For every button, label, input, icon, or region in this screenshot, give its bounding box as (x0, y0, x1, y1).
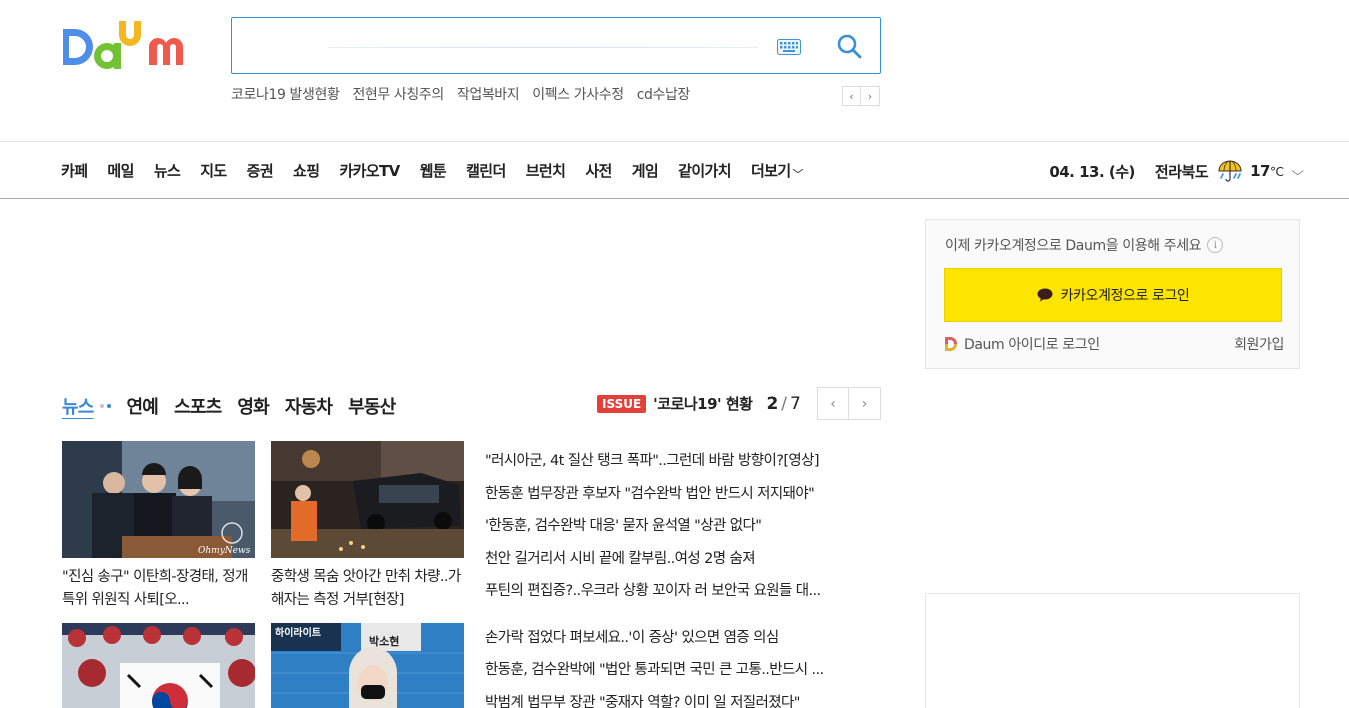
issue-prev-button[interactable]: ‹ (817, 387, 849, 420)
tab-dot-active (106, 404, 111, 408)
news-thumb-caption: 중학생 목숨 앗아간 만취 차량..가해자는 측정 거부[현장] (271, 569, 461, 608)
tab-dots (99, 404, 111, 408)
news-thumb-caption: "진심 송구" 이탄희-장경태, 정개특위 위원직 사퇴[오... (62, 569, 248, 608)
temperature-value: 17 (1250, 162, 1270, 180)
tab-realestate[interactable]: 부동산 (348, 393, 396, 419)
temperature-unit: °C (1270, 165, 1284, 179)
tab-car[interactable]: 자동차 (285, 393, 333, 419)
tab-news[interactable]: 뉴스 (62, 393, 94, 419)
info-icon[interactable]: i (1207, 237, 1224, 253)
headline-item[interactable]: 천안 길거리서 시비 끝에 칼부림..여성 2명 숨져 (485, 547, 875, 580)
accident-scene-photo (271, 441, 464, 558)
login-notice: 이제 카카오계정으로 Daum을 이용해 주세요 i (945, 235, 1224, 255)
news-thumb-card[interactable]: 중학생 목숨 앗아간 만취 차량..가해자는 측정 거부[현장] (271, 441, 464, 612)
page-current: 2 (766, 393, 779, 414)
tab-movie[interactable]: 영화 (237, 393, 269, 419)
news-category-tabs: 뉴스 연예 스포츠 영화 자동차 부동산 (62, 393, 411, 419)
trending-keyword[interactable]: cd수납장 (637, 84, 691, 104)
search-box[interactable] (231, 17, 881, 74)
tab-dot (99, 404, 104, 408)
ad-banner (925, 593, 1300, 708)
press-conference-photo: OhmyNews (62, 441, 255, 558)
news-thumb-image (62, 623, 255, 708)
trending-prev-button[interactable]: ‹ (842, 86, 861, 106)
news-thumb-image: 하이라이트 박소현 (271, 623, 464, 708)
tab-entertainment[interactable]: 연예 (127, 393, 159, 419)
headline-list: "러시아군, 4t 질산 탱크 폭파"..그런데 바람 방향이?[영상] 한동훈… (485, 449, 875, 708)
radio-studio-photo: 하이라이트 박소현 (271, 623, 464, 708)
daum-id-login-label: Daum 아이디로 로그인 (964, 337, 1100, 353)
trending-keyword[interactable]: 코로나19 발생현황 (231, 84, 340, 104)
trending-nav: ‹ › (842, 86, 880, 106)
issue-badge: ISSUE (597, 394, 647, 413)
nav-item-kakaotv[interactable]: 카카오TV (339, 160, 400, 181)
join-link[interactable]: 회원가입 (1234, 334, 1284, 354)
nav-item-stock[interactable]: 증권 (247, 160, 274, 181)
nav-more-label: 더보기 (750, 162, 791, 180)
nav-item-together[interactable]: 같이가치 (678, 160, 731, 181)
trending-keyword[interactable]: 전현무 사칭주의 (352, 84, 444, 104)
issue-header: ISSUE '코로나19' 현황 2/7 (597, 393, 801, 414)
today-date: 04. 13. (수) (1049, 162, 1135, 181)
daum-logo[interactable] (61, 19, 209, 77)
trending-keywords: 코로나19 발생현황 전현무 사칭주의 작업복바지 이펙스 가사수정 cd수납장 (231, 84, 690, 104)
trending-next-button[interactable]: › (861, 86, 880, 106)
page-total: 7 (790, 393, 801, 414)
tab-sports[interactable]: 스포츠 (174, 393, 222, 419)
issue-next-button[interactable]: › (849, 387, 881, 420)
nav-item-dictionary[interactable]: 사전 (585, 160, 612, 181)
date-weather: 04. 13. (수) 전라북도 17°C ⌵ (1049, 158, 1305, 184)
rain-umbrella-icon (1218, 160, 1242, 182)
headline-item[interactable]: 손가락 접었다 펴보세요..'이 증상' 있으면 염증 의심 (485, 626, 875, 659)
news-thumb-image: OhmyNews (62, 441, 255, 558)
trending-keyword[interactable]: 작업복바지 (457, 84, 520, 104)
main-nav: 카페 메일 뉴스 지도 증권 쇼핑 카카오TV 웹툰 캘린더 브런치 사전 게임… (0, 141, 1349, 199)
temperature: 17°C (1250, 162, 1284, 180)
headline-item[interactable]: 한동훈, 검수완박에 "법안 통과되면 국민 큰 고통..반드시 ... (485, 658, 875, 691)
service-menu: 카페 메일 뉴스 지도 증권 쇼핑 카카오TV 웹툰 캘린더 브런치 사전 게임… (61, 160, 841, 181)
issue-title[interactable]: '코로나19' 현황 (653, 393, 753, 414)
weather-region[interactable]: 전라북도 (1155, 161, 1209, 182)
studio-sign: 하이라이트 (275, 626, 321, 639)
headline-item[interactable]: '한동훈, 검수완박 대응' 묻자 윤석열 "상관 없다" (485, 514, 875, 547)
login-box: 이제 카카오계정으로 Daum을 이용해 주세요 i 카카오계정으로 로그인 D… (925, 219, 1300, 369)
studio-name-sign: 박소현 (369, 634, 399, 648)
page-separator: / (781, 393, 788, 414)
news-thumb-card[interactable] (62, 623, 255, 708)
kakao-talk-icon (1037, 288, 1053, 302)
search-focus-line (328, 47, 758, 48)
nav-item-webtoon[interactable]: 웹툰 (420, 160, 447, 181)
issue-pagination: 2/7 (766, 394, 800, 414)
headline-item[interactable]: "러시아군, 4t 질산 탱크 폭파"..그런데 바람 방향이?[영상] (485, 449, 875, 482)
news-thumb-card[interactable]: OhmyNews "진심 송구" 이탄희-장경태, 정개특위 위원직 사퇴[오.… (62, 441, 255, 612)
trending-keyword[interactable]: 이펙스 가사수정 (532, 84, 624, 104)
nav-item-map[interactable]: 지도 (200, 160, 227, 181)
headline-item[interactable]: 박범계 법무부 장관 "중재자 역할? 이미 일 저질러졌다" (485, 691, 875, 708)
nav-item-cafe[interactable]: 카페 (61, 160, 88, 181)
login-notice-text: 이제 카카오계정으로 Daum을 이용해 주세요 (945, 238, 1202, 254)
sports-team-photo (62, 623, 255, 708)
nav-item-shopping[interactable]: 쇼핑 (293, 160, 320, 181)
search-input[interactable] (242, 28, 762, 64)
daum-d-icon (945, 337, 957, 351)
daum-id-login-link[interactable]: Daum 아이디로 로그인 (944, 334, 1100, 354)
chevron-down-icon: ⌵ (792, 165, 803, 176)
weather-dropdown-icon[interactable]: ⌵ (1292, 164, 1305, 179)
news-thumb-image (271, 441, 464, 558)
nav-item-brunch[interactable]: 브런치 (526, 160, 566, 181)
nav-item-game[interactable]: 게임 (632, 160, 659, 181)
headline-item[interactable]: 한동훈 법무장관 후보자 "검수완박 법안 반드시 저지돼야" (485, 482, 875, 515)
keyboard-icon[interactable] (777, 39, 801, 55)
news-thumb-card[interactable]: 하이라이트 박소현 (271, 623, 464, 708)
issue-nav: ‹ › (817, 387, 881, 420)
watermark: OhmyNews (198, 546, 251, 556)
nav-item-news[interactable]: 뉴스 (154, 160, 181, 181)
kakao-login-button[interactable]: 카카오계정으로 로그인 (944, 268, 1282, 322)
kakao-login-label: 카카오계정으로 로그인 (1060, 288, 1190, 304)
search-icon[interactable] (835, 32, 863, 60)
headline-item[interactable]: 푸틴의 편집증?..우크라 상황 꼬이자 러 보안국 요원들 대... (485, 579, 875, 612)
nav-item-calendar[interactable]: 캘린더 (466, 160, 506, 181)
nav-more-button[interactable]: 더보기 ⌵ (751, 160, 821, 181)
nav-item-mail[interactable]: 메일 (107, 160, 134, 181)
